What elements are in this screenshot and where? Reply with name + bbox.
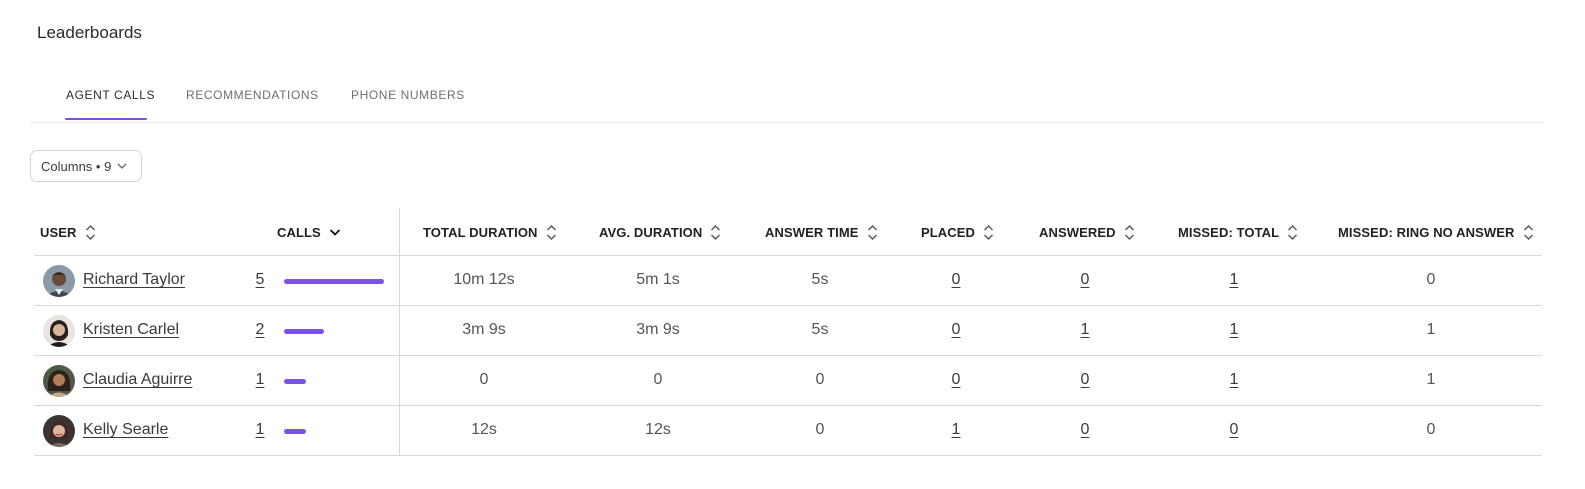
sort-icon	[1124, 224, 1135, 241]
columns-button-label: Columns • 9	[41, 158, 112, 174]
calls-count-link[interactable]: 5	[253, 271, 267, 289]
table-row: Claudia Aguirre 1 0 0 0 0 0 1 1	[34, 356, 1542, 406]
answer-time-value: 5s	[811, 271, 829, 288]
column-header-answer-time[interactable]: ANSWER TIME	[765, 224, 878, 241]
column-header-answered[interactable]: ANSWERED	[1039, 224, 1135, 241]
sort-icon	[710, 224, 721, 241]
missed-total-link[interactable]: 1	[1224, 371, 1244, 389]
calls-count-link[interactable]: 1	[253, 371, 267, 389]
calls-bar	[284, 329, 324, 334]
missed-ring-no-answer-value: 1	[1426, 371, 1436, 388]
missed-ring-no-answer-value: 0	[1426, 421, 1436, 438]
column-header-label: CALLS	[277, 225, 321, 240]
total-duration-value: 3m 9s	[462, 321, 506, 338]
sort-desc-icon	[329, 224, 341, 241]
column-header-user[interactable]: USER	[40, 224, 96, 241]
placed-link[interactable]: 0	[946, 371, 966, 389]
answered-link[interactable]: 0	[1075, 421, 1095, 439]
avg-duration-value: 12s	[645, 421, 671, 438]
avatar[interactable]	[43, 265, 75, 297]
missed-ring-no-answer-value: 0	[1426, 271, 1436, 288]
sort-icon	[1523, 224, 1534, 241]
answered-link[interactable]: 1	[1075, 321, 1095, 339]
table-row: Kelly Searle 1 12s 12s 0 1 0 0 0	[34, 406, 1542, 456]
column-header-calls[interactable]: CALLS	[277, 224, 341, 241]
avatar[interactable]	[43, 365, 75, 397]
calls-bar	[284, 379, 306, 384]
tab-phone-numbers[interactable]: PHONE NUMBERS	[351, 88, 465, 102]
avatar[interactable]	[43, 415, 75, 447]
answer-time-value: 0	[815, 421, 825, 438]
column-header-label: PLACED	[921, 225, 976, 240]
page-title: Leaderboards	[37, 23, 142, 42]
answered-link[interactable]: 0	[1075, 271, 1095, 289]
avg-duration-value: 3m 9s	[636, 321, 680, 338]
active-tab-indicator	[65, 118, 147, 120]
answer-time-value: 0	[815, 371, 825, 388]
sort-icon	[85, 224, 96, 241]
calls-bar	[284, 429, 306, 434]
avg-duration-value: 5m 1s	[636, 271, 680, 288]
sort-icon	[546, 224, 557, 241]
sort-icon	[983, 224, 994, 241]
answer-time-value: 5s	[811, 321, 829, 338]
avg-duration-value: 0	[653, 371, 663, 388]
calls-count-link[interactable]: 2	[253, 321, 267, 339]
column-header-label: ANSWERED	[1039, 225, 1116, 240]
user-name-link[interactable]: Kelly Searle	[83, 421, 168, 439]
missed-total-link[interactable]: 0	[1224, 421, 1244, 439]
sort-icon	[867, 224, 878, 241]
column-header-total-duration[interactable]: TOTAL DURATION	[423, 224, 557, 241]
column-header-label: MISSED: RING NO ANSWER	[1338, 225, 1515, 240]
tab-recommendations[interactable]: RECOMMENDATIONS	[186, 88, 319, 102]
answered-link[interactable]: 0	[1075, 371, 1095, 389]
column-header-label: MISSED: TOTAL	[1178, 225, 1280, 240]
total-duration-value: 0	[479, 371, 489, 388]
column-header-missed-total[interactable]: MISSED: TOTAL	[1178, 224, 1298, 241]
column-header-placed[interactable]: PLACED	[921, 224, 994, 241]
calls-count-link[interactable]: 1	[253, 421, 267, 439]
table-row: Richard Taylor 5 10m 12s 5m 1s 5s 0 0 1 …	[34, 256, 1542, 306]
placed-link[interactable]: 0	[946, 321, 966, 339]
table-row: Kristen Carlel 2 3m 9s 3m 9s 5s 0 1 1 1	[34, 306, 1542, 356]
avatar[interactable]	[43, 315, 75, 347]
placed-link[interactable]: 0	[946, 271, 966, 289]
table-header-row: USER CALLS TOTAL DURATION AVG. DURATION …	[34, 208, 1542, 256]
total-duration-value: 10m 12s	[453, 271, 515, 288]
missed-total-link[interactable]: 1	[1224, 321, 1244, 339]
user-name-link[interactable]: Claudia Aguirre	[83, 371, 192, 389]
column-header-missed-ring-no-answer[interactable]: MISSED: RING NO ANSWER	[1338, 224, 1534, 241]
user-name-link[interactable]: Kristen Carlel	[83, 321, 179, 339]
user-name-link[interactable]: Richard Taylor	[83, 271, 185, 289]
column-header-avg-duration[interactable]: AVG. DURATION	[599, 224, 721, 241]
tab-bar: AGENT CALLS RECOMMENDATIONS PHONE NUMBER…	[30, 70, 1542, 123]
calls-bar	[284, 279, 384, 284]
placed-link[interactable]: 1	[946, 421, 966, 439]
total-duration-value: 12s	[471, 421, 497, 438]
tab-agent-calls[interactable]: AGENT CALLS	[66, 88, 155, 102]
column-header-label: USER	[40, 225, 77, 240]
columns-button[interactable]: Columns • 9	[30, 150, 142, 182]
missed-ring-no-answer-value: 1	[1426, 321, 1436, 338]
chevron-down-icon	[117, 163, 127, 169]
column-header-label: ANSWER TIME	[765, 225, 859, 240]
column-header-label: AVG. DURATION	[599, 225, 703, 240]
missed-total-link[interactable]: 1	[1224, 271, 1244, 289]
column-header-label: TOTAL DURATION	[423, 225, 538, 240]
sort-icon	[1287, 224, 1298, 241]
